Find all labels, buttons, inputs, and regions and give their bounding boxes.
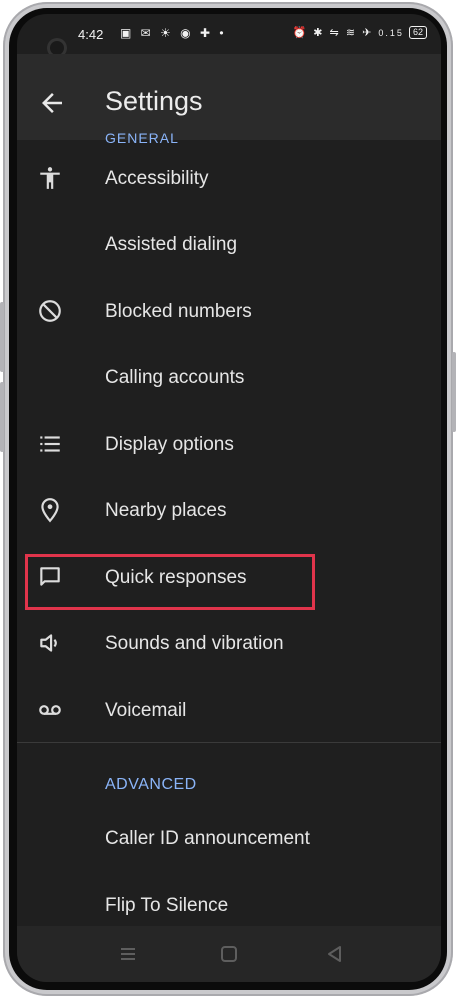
list-item-label: Assisted dialing	[105, 234, 238, 255]
power-button	[452, 352, 456, 432]
menu-icon[interactable]	[116, 942, 140, 966]
page-title: Settings	[105, 86, 203, 116]
list-item-blocked-numbers[interactable]: Blocked numbers	[17, 281, 441, 341]
divider	[17, 742, 441, 743]
status-time: 4:42	[78, 27, 104, 42]
list-item-nearby-places[interactable]: Nearby places	[17, 480, 441, 540]
list-item-display-options[interactable]: Display options	[17, 414, 441, 474]
square-icon[interactable]	[217, 942, 241, 966]
list-item-assisted-dialing[interactable]: Assisted dialing	[17, 214, 441, 274]
list-item-label: Blocked numbers	[105, 301, 252, 322]
battery-icon: 62	[408, 26, 427, 39]
voicemail-icon	[37, 697, 63, 723]
list-item-accessibility[interactable]: Accessibility	[17, 148, 441, 208]
accessibility-icon	[37, 165, 63, 191]
section-header-advanced: ADVANCED	[105, 776, 197, 793]
list-item-label: Caller ID announcement	[105, 828, 310, 849]
volume-button	[0, 302, 4, 372]
list-icon	[37, 431, 63, 457]
triangle-back-icon[interactable]	[323, 942, 347, 966]
list-item-sounds-and-vibration[interactable]: Sounds and vibration	[17, 613, 441, 673]
network-speed: 0.15	[378, 28, 404, 38]
highlight-box	[25, 554, 315, 610]
list-item-label: Sounds and vibration	[105, 633, 284, 654]
list-item-caller-id-announcement[interactable]: Caller ID announcement	[17, 808, 441, 868]
block-icon	[37, 298, 63, 324]
screen: 4:42 ▣ ✉ ☀ ◉ ✚ • ⏰ ✱ ⇋ ≋ ✈ 0.15 62 Setti…	[17, 14, 441, 982]
location-pin-icon	[37, 497, 63, 523]
navigation-bar	[17, 926, 441, 982]
list-item-label: Flip To Silence	[105, 895, 229, 916]
list-item-voicemail[interactable]: Voicemail	[17, 680, 441, 740]
speaker-icon	[37, 630, 63, 656]
back-arrow-icon[interactable]	[37, 88, 67, 118]
system-icons: ⏰ ✱ ⇋ ≋ ✈	[292, 27, 374, 39]
volume-button-lower	[0, 382, 4, 452]
list-item-label: Calling accounts	[105, 367, 245, 388]
status-bar: 4:42 ▣ ✉ ☀ ◉ ✚ • ⏰ ✱ ⇋ ≋ ✈ 0.15 62	[17, 14, 441, 58]
list-item-label: Voicemail	[105, 700, 187, 721]
list-item-label: Nearby places	[105, 500, 227, 521]
list-item-label: Display options	[105, 434, 234, 455]
notification-icons: ▣ ✉ ☀ ◉ ✚ •	[120, 26, 227, 40]
section-header-general: GENERAL	[105, 130, 179, 146]
system-status-icons: ⏰ ✱ ⇋ ≋ ✈ 0.15 62	[293, 26, 427, 39]
list-item-label: Accessibility	[105, 168, 209, 189]
list-item-calling-accounts[interactable]: Calling accounts	[17, 347, 441, 407]
app-toolbar: Settings	[17, 54, 441, 140]
